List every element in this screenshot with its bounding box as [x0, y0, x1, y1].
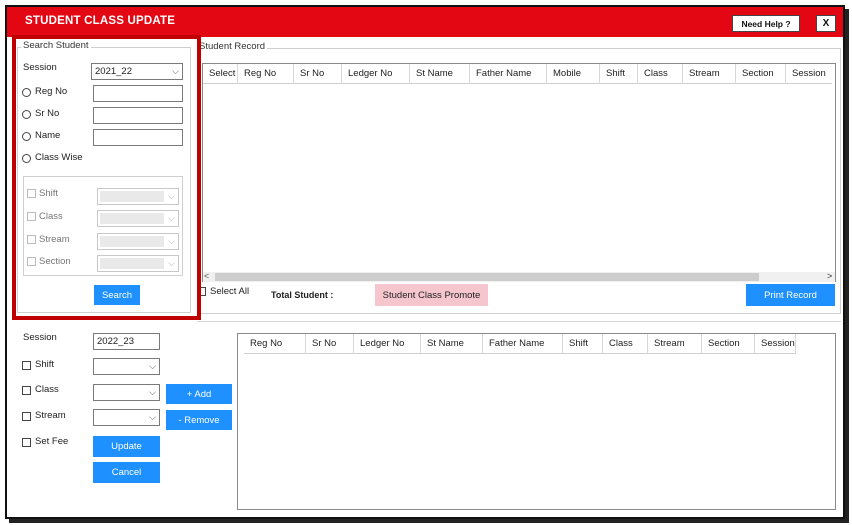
- stream-filter-select[interactable]: ⌵: [97, 233, 179, 250]
- search-button[interactable]: Search: [94, 285, 140, 305]
- chevron-down-icon: ⌵: [149, 387, 156, 397]
- update-stream-label: Stream: [35, 410, 66, 421]
- student-record-header: Select Reg No Sr No Ledger No St Name Fa…: [203, 64, 832, 84]
- name-radio[interactable]: [22, 132, 31, 141]
- frame-shadow-bottom: [9, 519, 849, 523]
- update-shift-select[interactable]: ⌵: [93, 358, 160, 375]
- search-student-title: Search Student: [21, 40, 91, 51]
- cancel-button[interactable]: Cancel: [93, 462, 160, 483]
- update-col-session[interactable]: Session: [755, 334, 796, 354]
- update-col-stream[interactable]: Stream: [648, 334, 702, 354]
- update-col-section[interactable]: Section: [702, 334, 755, 354]
- update-col-shift[interactable]: Shift: [563, 334, 603, 354]
- chevron-down-icon: ⌵: [149, 361, 156, 371]
- sr-no-input[interactable]: [93, 107, 183, 124]
- col-ledger-no[interactable]: Ledger No: [342, 64, 410, 84]
- print-record-button[interactable]: Print Record: [746, 284, 835, 306]
- col-father-name[interactable]: Father Name: [470, 64, 547, 84]
- col-shift[interactable]: Shift: [600, 64, 638, 84]
- update-class-label: Class: [35, 384, 59, 395]
- chevron-down-icon: ⌵: [168, 236, 175, 246]
- update-shift-checkbox[interactable]: [22, 361, 31, 370]
- search-session-select[interactable]: 2021_22 ⌵: [91, 63, 183, 80]
- close-button[interactable]: X: [816, 15, 836, 32]
- class-wise-radio[interactable]: [22, 154, 31, 163]
- reg-no-input[interactable]: [93, 85, 183, 102]
- col-reg-no[interactable]: Reg No: [238, 64, 294, 84]
- chevron-down-icon: ⌵: [149, 412, 156, 422]
- update-shift-label: Shift: [35, 359, 55, 370]
- window-title: STUDENT CLASS UPDATE: [25, 15, 176, 27]
- scroll-thumb[interactable]: [215, 273, 759, 281]
- col-sr-no[interactable]: Sr No: [294, 64, 342, 84]
- total-student-label: Total Student :: [271, 290, 334, 300]
- set-fee-checkbox[interactable]: [22, 438, 31, 447]
- student-class-promote-button[interactable]: Student Class Promote: [375, 284, 488, 306]
- need-help-button[interactable]: Need Help ?: [732, 15, 800, 32]
- update-stream-select[interactable]: ⌵: [93, 409, 160, 426]
- shift-filter-label: Shift: [39, 188, 59, 199]
- col-session[interactable]: Session: [786, 64, 832, 84]
- chevron-down-icon: ⌵: [172, 66, 179, 76]
- update-session-input[interactable]: 2022_23: [93, 333, 160, 350]
- update-grid-header: Reg No Sr No Ledger No St Name Father Na…: [244, 334, 796, 354]
- scroll-left-arrow[interactable]: <: [204, 271, 209, 281]
- select-all-label: Select All: [210, 286, 250, 297]
- add-button[interactable]: + Add: [166, 384, 232, 404]
- update-col-sr-no[interactable]: Sr No: [306, 334, 354, 354]
- search-session-label: Session: [23, 62, 57, 73]
- class-filter-label: Class: [39, 211, 63, 222]
- reg-no-radio[interactable]: [22, 88, 31, 97]
- scroll-right-arrow[interactable]: >: [827, 271, 832, 281]
- col-mobile[interactable]: Mobile: [547, 64, 600, 84]
- shift-filter-select[interactable]: ⌵: [97, 188, 179, 205]
- class-filter-checkbox[interactable]: [27, 212, 36, 221]
- update-col-reg-no[interactable]: Reg No: [244, 334, 306, 354]
- update-class-checkbox[interactable]: [22, 386, 31, 395]
- class-filter-select[interactable]: ⌵: [97, 210, 179, 227]
- update-col-father-name[interactable]: Father Name: [483, 334, 563, 354]
- search-session-value: 2021_22: [95, 66, 132, 77]
- chevron-down-icon: ⌵: [168, 258, 175, 268]
- section-filter-checkbox[interactable]: [27, 257, 36, 266]
- record-horizontal-scrollbar[interactable]: < >: [203, 271, 835, 282]
- remove-button[interactable]: - Remove: [166, 410, 232, 430]
- update-grid: Reg No Sr No Ledger No St Name Father Na…: [237, 333, 836, 510]
- sr-no-label: Sr No: [35, 108, 60, 119]
- shift-filter-checkbox[interactable]: [27, 189, 36, 198]
- update-col-class[interactable]: Class: [603, 334, 648, 354]
- section-divider: [197, 321, 841, 322]
- section-filter-select[interactable]: ⌵: [97, 255, 179, 272]
- update-session-value: 2022_23: [97, 336, 134, 347]
- col-section[interactable]: Section: [736, 64, 786, 84]
- sr-no-radio[interactable]: [22, 110, 31, 119]
- name-input[interactable]: [93, 129, 183, 146]
- update-class-select[interactable]: ⌵: [93, 384, 160, 401]
- update-col-st-name[interactable]: St Name: [421, 334, 483, 354]
- chevron-down-icon: ⌵: [168, 191, 175, 201]
- stream-filter-checkbox[interactable]: [27, 235, 36, 244]
- stream-filter-label: Stream: [39, 234, 70, 245]
- update-stream-checkbox[interactable]: [22, 412, 31, 421]
- class-wise-label: Class Wise: [35, 152, 83, 163]
- reg-no-label: Reg No: [35, 86, 68, 97]
- update-session-label: Session: [23, 332, 57, 343]
- frame-shadow-right: [845, 9, 849, 521]
- section-filter-label: Section: [39, 256, 71, 267]
- select-all-checkbox[interactable]: [197, 287, 206, 296]
- col-class[interactable]: Class: [638, 64, 683, 84]
- title-bar: STUDENT CLASS UPDATE Need Help ? X: [7, 7, 843, 37]
- col-stream[interactable]: Stream: [683, 64, 736, 84]
- name-label: Name: [35, 130, 61, 141]
- update-col-ledger-no[interactable]: Ledger No: [354, 334, 421, 354]
- col-st-name[interactable]: St Name: [410, 64, 470, 84]
- set-fee-label: Set Fee: [35, 436, 69, 447]
- col-select[interactable]: Select: [203, 64, 238, 84]
- chevron-down-icon: ⌵: [168, 213, 175, 223]
- student-record-title: Student Record: [197, 41, 268, 52]
- window-frame: STUDENT CLASS UPDATE Need Help ? X Searc…: [5, 5, 845, 519]
- student-record-grid: Select Reg No Sr No Ledger No St Name Fa…: [202, 63, 836, 282]
- update-button[interactable]: Update: [93, 436, 160, 457]
